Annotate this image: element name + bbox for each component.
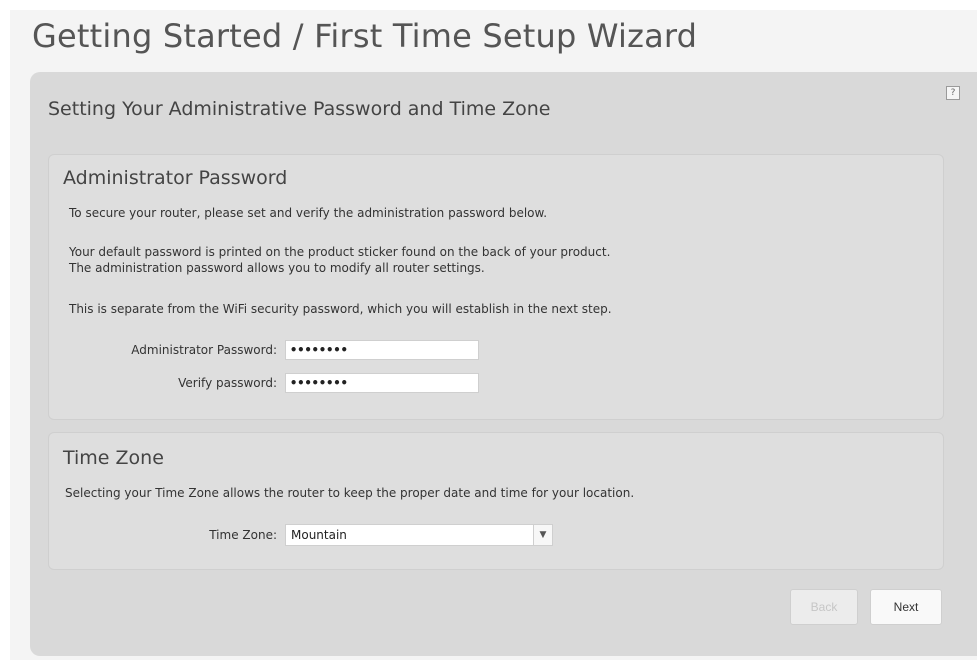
next-button[interactable]: Next — [870, 589, 942, 625]
admin-instructions-line3: The administration password allows you t… — [69, 261, 485, 275]
admin-password-heading: Administrator Password — [63, 167, 288, 189]
admin-password-section: Administrator Password To secure your ro… — [48, 154, 944, 420]
admin-password-label: Administrator Password: — [131, 343, 277, 357]
chevron-down-icon[interactable]: ▼ — [533, 525, 552, 545]
time-zone-section: Time Zone Selecting your Time Zone allow… — [48, 432, 944, 570]
help-icon[interactable]: ? — [946, 86, 960, 100]
admin-instructions-line1: To secure your router, please set and ve… — [69, 206, 548, 220]
verify-password-label: Verify password: — [178, 376, 277, 390]
admin-instructions-line4: This is separate from the WiFi security … — [69, 302, 612, 316]
admin-password-field[interactable]: •••••••• — [285, 340, 479, 360]
time-zone-select[interactable]: Mountain ▼ — [285, 524, 553, 546]
time-zone-description: Selecting your Time Zone allows the rout… — [65, 486, 635, 500]
page-title: Getting Started / First Time Setup Wizar… — [32, 17, 698, 55]
admin-instructions-line2: Your default password is printed on the … — [69, 245, 611, 259]
panel-title: Setting Your Administrative Password and… — [48, 98, 551, 120]
time-zone-label: Time Zone: — [209, 528, 277, 542]
time-zone-heading: Time Zone — [63, 447, 164, 469]
verify-password-field[interactable]: •••••••• — [285, 373, 479, 393]
back-button[interactable]: Back — [790, 589, 858, 625]
time-zone-selected-value: Mountain — [291, 528, 347, 542]
